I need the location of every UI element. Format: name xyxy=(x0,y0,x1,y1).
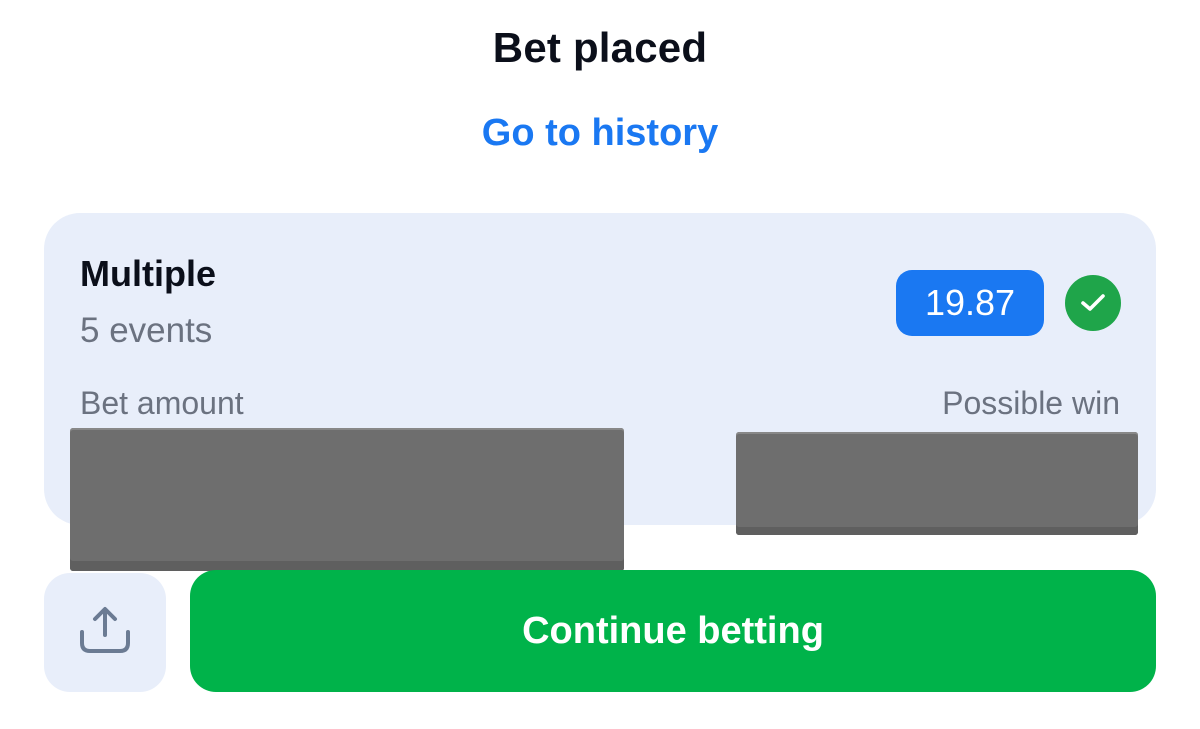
check-icon xyxy=(1065,275,1121,331)
continue-betting-button[interactable]: Continue betting xyxy=(190,570,1156,692)
go-to-history-link[interactable]: Go to history xyxy=(0,112,1200,155)
possible-win-label: Possible win xyxy=(942,385,1120,421)
bet-amount-label: Bet amount xyxy=(80,385,244,421)
bet-amount-redaction xyxy=(70,428,624,571)
odds-badge: 19.87 xyxy=(896,270,1044,336)
possible-win-redaction xyxy=(736,432,1138,535)
events-count: 5 events xyxy=(80,311,213,350)
page-title: Bet placed xyxy=(492,24,708,71)
share-icon xyxy=(76,605,134,660)
bet-type-label: Multiple xyxy=(80,253,216,294)
share-button[interactable] xyxy=(44,573,166,692)
